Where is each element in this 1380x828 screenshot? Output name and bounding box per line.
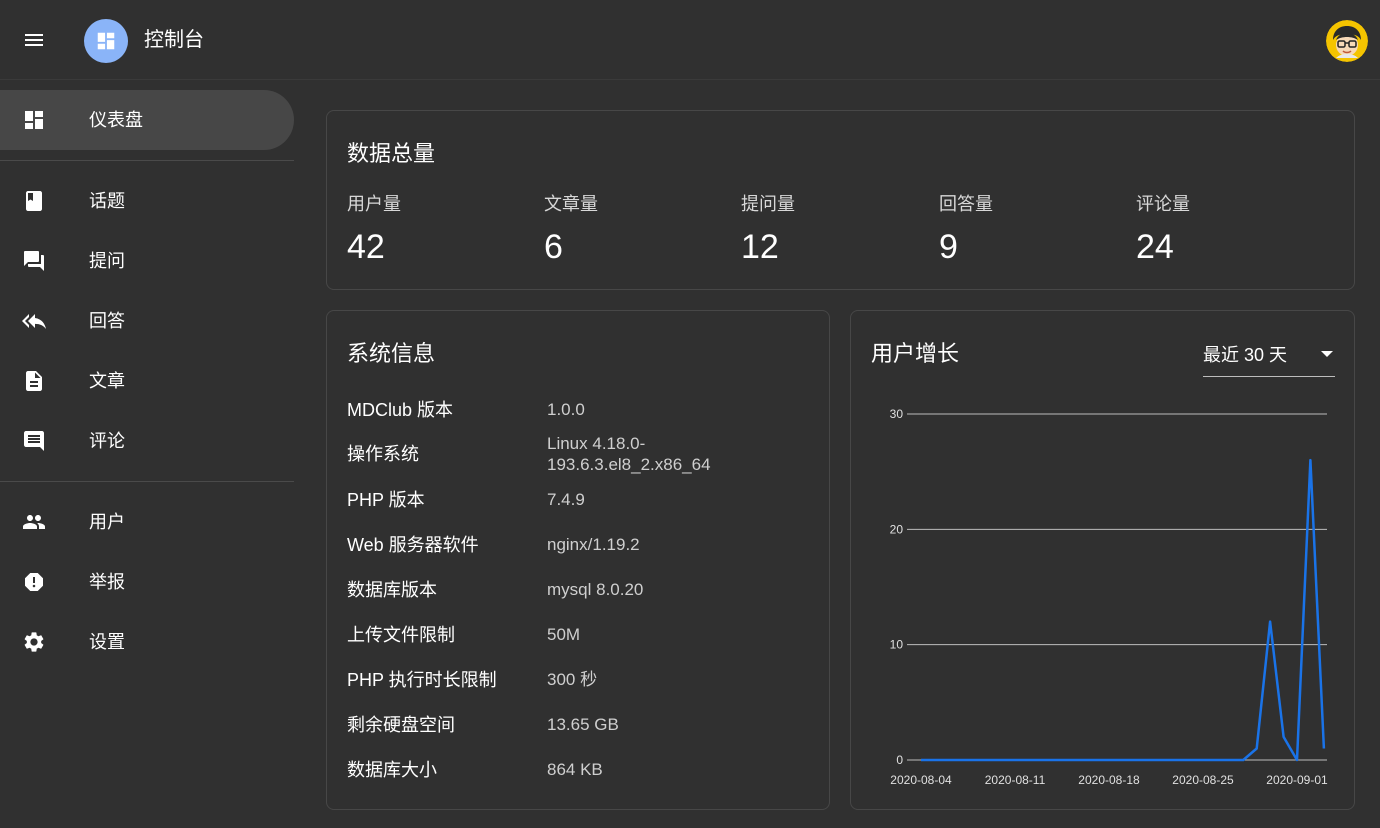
- sidebar-item-label: 用户: [89, 512, 125, 532]
- reply-all-icon: [22, 309, 46, 333]
- growth-title: 用户增长: [871, 341, 960, 366]
- forum-icon: [22, 249, 46, 273]
- chart-lines: [921, 458, 1326, 762]
- info-key: PHP 版本: [347, 490, 425, 510]
- info-value: 7.4.9: [547, 490, 585, 509]
- info-key: 数据库大小: [347, 760, 437, 780]
- totals-title: 数据总量: [347, 141, 436, 166]
- stat-users: 用户量 42: [347, 191, 401, 267]
- range-value: 最近 30 天: [1203, 345, 1288, 365]
- info-key: 数据库版本: [347, 580, 437, 600]
- y-tick-label: 30: [890, 407, 904, 421]
- stat-value: 42: [347, 228, 385, 266]
- y-tick-label: 10: [890, 638, 904, 652]
- dashboard-icon: [22, 108, 46, 132]
- series-line: [921, 458, 1326, 762]
- x-tick-label: 2020-09-01: [1266, 773, 1328, 787]
- x-tick-label: 2020-08-04: [890, 773, 952, 787]
- app-title[interactable]: 控制台: [144, 26, 204, 54]
- stat-comments: 评论量 24: [1136, 191, 1190, 267]
- stat-label: 评论量: [1136, 194, 1190, 214]
- sidebar-item-topics[interactable]: 话题: [0, 171, 294, 231]
- stat-label: 提问量: [741, 194, 795, 214]
- info-key: Web 服务器软件: [347, 535, 479, 555]
- stat-label: 回答量: [939, 194, 993, 214]
- info-key: 剩余硬盘空间: [347, 715, 455, 735]
- sidebar-item-users[interactable]: 用户: [0, 492, 294, 552]
- info-value: 864 KB: [547, 760, 603, 779]
- stat-value: 12: [741, 228, 779, 266]
- info-value: 13.65 GB: [547, 715, 619, 734]
- x-tick-label: 2020-08-25: [1172, 773, 1234, 787]
- report-icon: [22, 570, 46, 594]
- description-icon: [22, 369, 46, 393]
- sidebar-item-reports[interactable]: 举报: [0, 552, 294, 612]
- people-icon: [22, 510, 46, 534]
- sidebar-item-label: 话题: [89, 191, 125, 211]
- stat-questions: 提问量 12: [741, 191, 795, 267]
- user-avatar[interactable]: [1326, 20, 1368, 62]
- chart-y-ticks: 0 10 20 30: [890, 407, 904, 767]
- sidebar-item-label: 评论: [89, 431, 125, 451]
- sidebar-item-label: 文章: [89, 371, 125, 391]
- info-value: mysql 8.0.20: [547, 580, 644, 599]
- stat-answers: 回答量 9: [939, 191, 993, 267]
- sidebar-item-label: 提问: [89, 251, 125, 271]
- sidebar-divider: [0, 481, 294, 482]
- range-select[interactable]: 最近 30 天: [1203, 339, 1335, 377]
- dashboard-icon[interactable]: [84, 19, 128, 63]
- info-key: 上传文件限制: [347, 625, 455, 645]
- stat-value: 24: [1136, 228, 1174, 266]
- book-icon: [22, 189, 46, 213]
- info-value: 50M: [547, 625, 581, 644]
- sidebar-item-dashboard[interactable]: 仪表盘: [0, 90, 294, 150]
- sidebar-item-label: 回答: [89, 311, 125, 331]
- chevron-down-icon: [1321, 351, 1333, 357]
- info-value: Linux 4.18.0-193.6.3.el8_2.x86_64: [547, 434, 711, 474]
- sidebar: 仪表盘 话题 提问 回答 文章 评论 用户 举报 设置: [0, 80, 294, 828]
- sidebar-item-questions[interactable]: 提问: [0, 231, 294, 291]
- info-key: 操作系统: [347, 444, 419, 464]
- stat-label: 文章量: [544, 194, 598, 214]
- system-info-card: 系统信息 MDClub 版本 1.0.0 操作系统 Linux 4.18.0-1…: [326, 310, 830, 810]
- info-value: 300 秒: [547, 670, 598, 689]
- sidebar-item-answers[interactable]: 回答: [0, 291, 294, 351]
- user-growth-chart: 0102030 2020-08-04 2020-08-11 2020-08-18 20…: [890, 407, 1328, 787]
- info-value: nginx/1.19.2: [547, 535, 640, 554]
- sidebar-item-settings[interactable]: 设置: [0, 612, 294, 672]
- info-key: PHP 执行时长限制: [347, 670, 497, 690]
- x-tick-label: 2020-08-11: [985, 773, 1046, 787]
- chart-x-ticks: 2020-08-04 2020-08-11 2020-08-18 2020-08-25…: [890, 773, 1328, 787]
- stat-label: 用户量: [347, 194, 401, 214]
- comment-icon: [22, 429, 46, 453]
- y-tick-label: 20: [890, 522, 904, 536]
- system-title: 系统信息: [347, 341, 436, 366]
- totals-card: 数据总量 用户量 42 文章量 6 提问量 12 回答量 9 评论量 24: [326, 110, 1355, 290]
- stat-value: 6: [544, 228, 563, 266]
- stat-value: 9: [939, 228, 958, 266]
- x-tick-label: 2020-08-18: [1078, 773, 1140, 787]
- sidebar-item-articles[interactable]: 文章: [0, 351, 294, 411]
- settings-icon: [22, 630, 46, 654]
- menu-icon[interactable]: [14, 20, 54, 60]
- info-value: 1.0.0: [547, 400, 585, 419]
- sidebar-item-comments[interactable]: 评论: [0, 411, 294, 471]
- chart-grid: [907, 413, 1327, 761]
- user-growth-card: 用户增长 最近 30 天 0 10 20 30 2020-08-04 2020-08-1…: [850, 310, 1355, 810]
- y-tick-label: 0: [896, 753, 903, 767]
- sidebar-item-label: 仪表盘: [89, 110, 143, 130]
- app-bar: 控制台: [0, 0, 1380, 80]
- info-key: MDClub 版本: [347, 400, 454, 420]
- sidebar-item-label: 设置: [89, 632, 125, 652]
- sidebar-item-label: 举报: [89, 572, 125, 592]
- sidebar-divider: [0, 160, 294, 161]
- stat-articles: 文章量 6: [544, 191, 598, 267]
